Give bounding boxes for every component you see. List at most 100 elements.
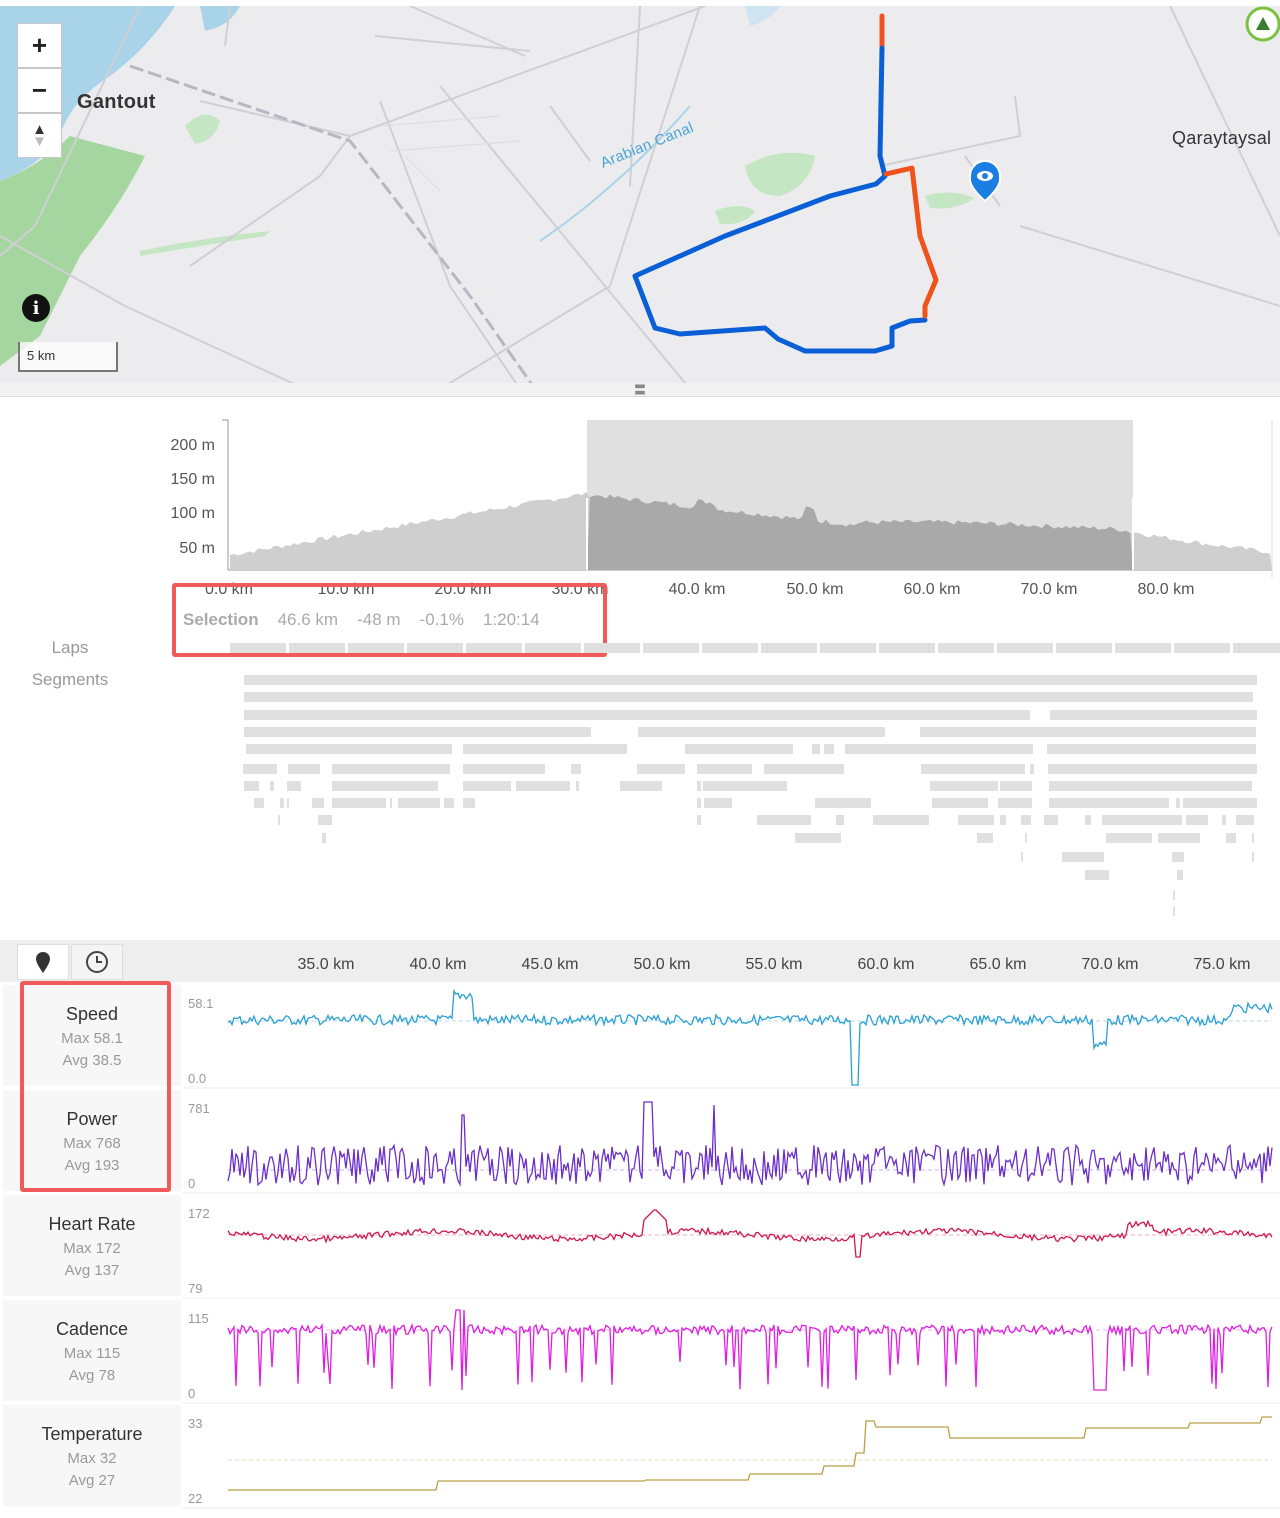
segment-bar bbox=[1186, 815, 1208, 825]
stream-speed bbox=[183, 989, 1280, 1089]
laps-and-segments[interactable] bbox=[0, 640, 1280, 940]
segment-bar bbox=[638, 727, 885, 737]
segment-bar bbox=[244, 692, 1253, 702]
segment-bar bbox=[1173, 890, 1175, 900]
clock-icon bbox=[86, 951, 108, 973]
x-tick: 80.0 km bbox=[1137, 581, 1195, 598]
segment-bar bbox=[244, 710, 1030, 720]
segment-bar bbox=[620, 781, 662, 791]
park-area bbox=[715, 206, 755, 225]
zoom-in-button[interactable]: + bbox=[17, 23, 62, 68]
segment-bar bbox=[322, 833, 326, 843]
segment-bar bbox=[795, 833, 841, 843]
segment-bar bbox=[1021, 815, 1031, 825]
water-area bbox=[200, 6, 240, 31]
km-tick: 70.0 km bbox=[1081, 956, 1139, 973]
segment-bar bbox=[1048, 764, 1257, 774]
segment-bar bbox=[463, 744, 627, 754]
segment-bar bbox=[280, 798, 284, 808]
segment-bar bbox=[1176, 798, 1180, 808]
place-label-qaraytaysal: Qaraytaysal bbox=[1172, 128, 1272, 148]
km-tick: 75.0 km bbox=[1193, 956, 1251, 973]
x-tick: 70.0 km bbox=[1020, 581, 1078, 598]
elevation-chart[interactable] bbox=[0, 398, 1280, 598]
segment-bar bbox=[318, 815, 332, 825]
scale-bar: 5 km bbox=[18, 342, 118, 372]
stream-cadence bbox=[183, 1309, 1280, 1404]
segment-bar bbox=[1183, 798, 1257, 808]
segment-bar bbox=[930, 781, 998, 791]
segment-bar bbox=[873, 815, 929, 825]
segment-bar bbox=[1030, 764, 1034, 774]
segment-bar bbox=[697, 815, 701, 825]
km-tick: 45.0 km bbox=[521, 956, 579, 973]
segment-bar bbox=[1000, 815, 1006, 825]
segment-bar bbox=[824, 744, 834, 754]
distance-tab[interactable] bbox=[17, 944, 69, 980]
segment-bar bbox=[1158, 833, 1200, 843]
segment-bar bbox=[463, 781, 511, 791]
segment-bar bbox=[390, 798, 392, 808]
segment-bar bbox=[312, 798, 324, 808]
segment-bar bbox=[1177, 870, 1183, 880]
segment-bar bbox=[278, 815, 280, 825]
compass-button[interactable]: ▲ ▼ bbox=[17, 113, 62, 158]
compass-icon: ▲ ▼ bbox=[32, 120, 47, 150]
segment-bar bbox=[398, 798, 440, 808]
segment-bar bbox=[1252, 833, 1254, 843]
info-button[interactable]: i bbox=[22, 294, 50, 322]
segment-bar bbox=[332, 764, 450, 774]
zoom-out-button[interactable]: − bbox=[17, 68, 62, 113]
stream-temperature bbox=[183, 1416, 1280, 1509]
segment-bar bbox=[932, 798, 988, 808]
segment-bar bbox=[289, 643, 345, 653]
segment-bar bbox=[697, 764, 752, 774]
segment-bar bbox=[764, 764, 844, 774]
x-tick: 50.0 km bbox=[786, 581, 844, 598]
place-label-gantout: Gantout bbox=[77, 91, 156, 113]
segment-bar bbox=[697, 798, 701, 808]
time-tab[interactable] bbox=[71, 944, 123, 980]
stream-charts[interactable] bbox=[0, 985, 1280, 1510]
segment-bar bbox=[1233, 643, 1280, 653]
segment-bar bbox=[958, 815, 994, 825]
x-tick: 60.0 km bbox=[903, 581, 961, 598]
canal-line bbox=[539, 105, 691, 242]
segment-bar bbox=[815, 798, 871, 808]
segment-bar bbox=[1044, 815, 1058, 825]
map-pin-icon bbox=[36, 952, 50, 973]
park-area bbox=[745, 152, 815, 196]
segment-bar bbox=[761, 643, 817, 653]
km-tick: 60.0 km bbox=[857, 956, 915, 973]
park-area bbox=[925, 192, 975, 209]
segment-bar bbox=[938, 643, 994, 653]
segment-bar bbox=[1049, 798, 1169, 808]
km-tick: 65.0 km bbox=[969, 956, 1027, 973]
km-tick: 40.0 km bbox=[409, 956, 467, 973]
segment-bar bbox=[820, 643, 876, 653]
segment-bar bbox=[1025, 833, 1027, 843]
segment-bar bbox=[230, 643, 286, 653]
segment-bar bbox=[977, 833, 993, 843]
segment-bar bbox=[1047, 744, 1256, 754]
segment-bar bbox=[1115, 643, 1171, 653]
segment-bar bbox=[697, 781, 701, 791]
segment-bar bbox=[584, 643, 640, 653]
segment-bar bbox=[637, 764, 685, 774]
segment-bar bbox=[576, 781, 579, 791]
segment-bar bbox=[254, 798, 264, 808]
segment-bar bbox=[1050, 710, 1257, 720]
segment-bar bbox=[920, 727, 1256, 737]
segment-bar bbox=[287, 781, 301, 791]
segment-bar bbox=[702, 643, 758, 653]
segment-bar bbox=[1173, 906, 1175, 916]
km-tick: 35.0 km bbox=[297, 956, 355, 973]
segment-bar bbox=[243, 764, 277, 774]
resize-handle[interactable]: 〓 bbox=[0, 383, 1280, 397]
segment-bar bbox=[879, 643, 935, 653]
segment-bar bbox=[287, 798, 289, 808]
segment-bar bbox=[1172, 852, 1184, 862]
route-map[interactable]: + − ▲ ▼ Gantout Qaraytaysal Arabian Canal… bbox=[0, 0, 1280, 383]
segment-bar bbox=[997, 643, 1053, 653]
stream-line bbox=[227, 1309, 1273, 1391]
